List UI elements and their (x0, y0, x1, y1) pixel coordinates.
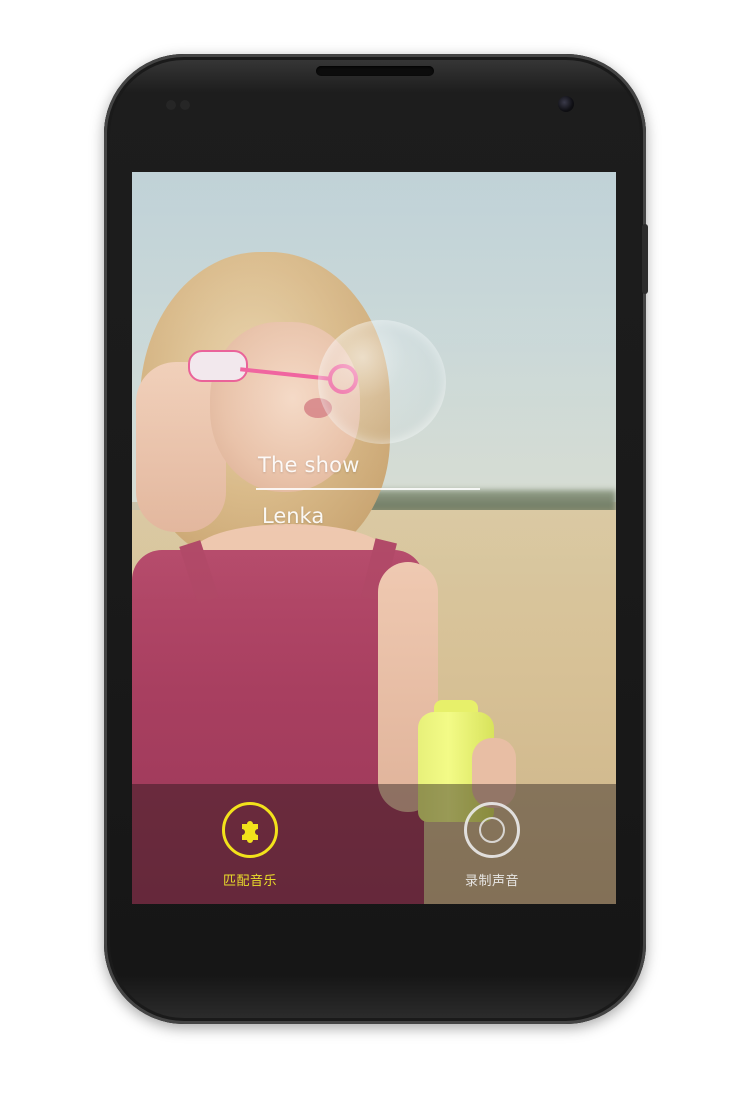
power-button (642, 224, 648, 294)
match-music-label: 匹配音乐 (222, 874, 277, 889)
front-camera-icon (558, 96, 574, 112)
song-divider (256, 488, 480, 490)
app-screen: The show Lenka 匹配音乐 录制声音 (132, 172, 616, 904)
match-music-ring[interactable] (222, 802, 278, 858)
proximity-sensor (166, 100, 196, 110)
song-title: The show (258, 453, 360, 477)
match-music-button[interactable]: 匹配音乐 (196, 784, 316, 904)
song-artist: Lenka (262, 504, 325, 528)
bottom-action-bar: 匹配音乐 录制声音 (132, 784, 616, 904)
record-sound-button[interactable]: 录制声音 (438, 784, 558, 904)
puzzle-icon (242, 821, 258, 843)
record-icon[interactable] (464, 802, 520, 858)
record-sound-label: 录制声音 (464, 874, 519, 889)
earpiece-speaker (316, 66, 434, 76)
